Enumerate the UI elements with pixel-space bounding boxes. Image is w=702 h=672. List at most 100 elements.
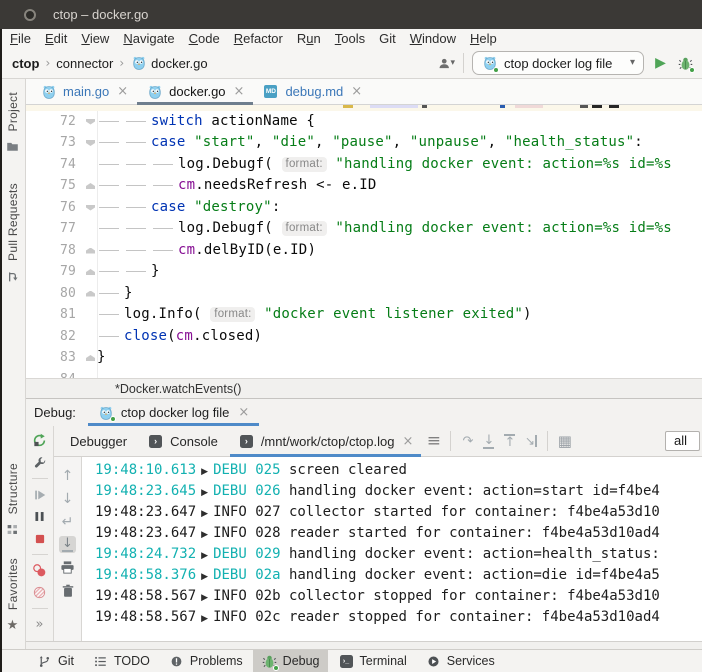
log-output[interactable]: 19:48:10.613▶DEBU 025 screen cleared19:4…: [82, 457, 702, 641]
log-filter-select[interactable]: all: [665, 431, 700, 451]
menu-edit[interactable]: Edit: [38, 31, 74, 46]
folder-icon: [4, 138, 21, 155]
line-number: 79: [26, 261, 84, 283]
md-file-icon: MD: [262, 83, 279, 100]
menu-window[interactable]: Window: [403, 31, 463, 46]
down-to-bar-icon[interactable]: ↓: [480, 433, 497, 450]
stop-icon[interactable]: [31, 530, 48, 547]
close-icon[interactable]: ×: [234, 85, 245, 98]
menu-refactor[interactable]: Refactor: [227, 31, 290, 46]
soft-wrap-icon[interactable]: ↵: [59, 513, 76, 530]
editor-tab-debug.md[interactable]: MDdebug.md×: [253, 79, 371, 104]
fold-gutter[interactable]: [84, 240, 97, 262]
menu-run[interactable]: Run: [290, 31, 328, 46]
more-icon[interactable]: »: [31, 616, 48, 633]
debug-tab-console[interactable]: ›Console: [139, 426, 226, 456]
fold-gutter[interactable]: [84, 132, 97, 154]
editor-breadcrumb-bar: *Docker.watchEvents(): [26, 378, 702, 398]
fold-gutter[interactable]: [84, 175, 97, 197]
method-breadcrumb[interactable]: *Docker.watchEvents(): [115, 382, 241, 396]
fold-gutter[interactable]: [84, 197, 97, 219]
arrow-down-icon[interactable]: ↓: [59, 490, 76, 507]
settings-icon[interactable]: [31, 454, 48, 471]
debug-session-tab[interactable]: ctop docker log file ×: [88, 399, 259, 426]
code-line-79: 79}: [26, 261, 702, 283]
fold-gutter[interactable]: [84, 261, 97, 283]
rerun-icon[interactable]: [31, 432, 48, 449]
arrow-up-icon[interactable]: ↑: [59, 467, 76, 484]
fold-marker-icon[interactable]: [86, 119, 95, 125]
menu-tools[interactable]: Tools: [328, 31, 372, 46]
menu-navigate[interactable]: Navigate: [116, 31, 181, 46]
grid-icon[interactable]: ▦: [556, 433, 573, 450]
log-line-028: 19:48:23.647▶INFO 028 reader started for…: [95, 523, 702, 544]
fold-gutter[interactable]: [84, 347, 97, 369]
menu-icon[interactable]: ≡: [425, 433, 442, 450]
log-arrow-icon: ▶: [201, 530, 208, 540]
stripe-button-favorites[interactable]: Favorites★: [4, 558, 21, 634]
mute-breakpoints-icon[interactable]: [31, 584, 48, 601]
fold-gutter[interactable]: [84, 283, 97, 305]
fold-marker-icon[interactable]: [86, 269, 95, 275]
fold-gutter[interactable]: [84, 111, 97, 133]
menu-file[interactable]: File: [3, 31, 38, 46]
stripe-button-project[interactable]: Project: [4, 92, 21, 155]
statusbar-item-problems[interactable]: Problems: [160, 650, 251, 672]
breadcrumb-item-connector[interactable]: connector: [56, 56, 113, 71]
debug-tab--mnt-work-ctop-ctop-log[interactable]: ›/mnt/work/ctop/ctop.log×: [230, 426, 422, 456]
close-icon[interactable]: ×: [402, 435, 413, 448]
code-text: case "destroy":: [97, 197, 702, 219]
close-icon[interactable]: ×: [117, 85, 128, 98]
debug-button[interactable]: [677, 55, 694, 72]
stripe-button-pull-requests[interactable]: Pull Requests: [4, 183, 21, 285]
editor-tab-main.go[interactable]: main.go×: [31, 79, 137, 104]
fold-marker-icon[interactable]: [86, 140, 95, 146]
breadcrumb-item-ctop[interactable]: ctop: [12, 56, 39, 71]
statusbar-item-terminal[interactable]: ›_Terminal: [330, 650, 415, 672]
chevron-down-icon: ▾: [630, 58, 635, 68]
code-text: }: [97, 283, 702, 305]
tab-label: /mnt/work/ctop/ctop.log: [261, 434, 395, 449]
code-line-75: 75cm.needsRefresh <- e.ID: [26, 175, 702, 197]
menu-git[interactable]: Git: [372, 31, 403, 46]
menu-view[interactable]: View: [74, 31, 116, 46]
stripe-button-structure[interactable]: Structure: [4, 463, 21, 538]
code-editor[interactable]: 7172switch actionName {73case "start", "…: [26, 105, 702, 378]
statusbar-item-debug[interactable]: Debug: [253, 650, 328, 672]
breadcrumb-item-docker.go[interactable]: docker.go: [130, 55, 207, 72]
log-arrow-icon: ▶: [201, 593, 208, 603]
log-line-026: 19:48:23.645▶DEBU 026 handling docker ev…: [95, 481, 702, 502]
printer-icon[interactable]: [59, 559, 76, 576]
user-profile-button[interactable]: ▾: [438, 55, 455, 72]
jump-over-icon[interactable]: ↷: [459, 433, 476, 450]
fold-marker-icon[interactable]: [86, 183, 95, 189]
to-cursor-icon[interactable]: ↘: [522, 433, 539, 450]
close-icon[interactable]: ×: [238, 406, 249, 419]
statusbar-label: Services: [447, 654, 495, 668]
run-configuration-select[interactable]: ctop docker log file ▾: [472, 51, 644, 75]
resume-icon[interactable]: [31, 486, 48, 503]
window-menu-icon[interactable]: [24, 9, 36, 21]
fold-marker-icon[interactable]: [86, 355, 95, 361]
menu-help[interactable]: Help: [463, 31, 504, 46]
editor-tab-docker.go[interactable]: docker.go×: [137, 79, 253, 104]
breakpoints-icon[interactable]: [31, 562, 48, 579]
breadcrumb-separator: ›: [45, 57, 50, 69]
scroll-to-end-icon[interactable]: ↓: [59, 536, 76, 553]
debug-tab-debugger[interactable]: Debugger: [62, 426, 135, 456]
menu-code[interactable]: Code: [182, 31, 227, 46]
run-button[interactable]: ▶: [652, 55, 669, 72]
pause-icon[interactable]: [31, 508, 48, 525]
console-icon: ›: [147, 433, 164, 450]
statusbar-item-todo[interactable]: TODO: [84, 650, 158, 672]
up-from-bar-icon[interactable]: ↑: [501, 433, 518, 450]
fold-marker-icon[interactable]: [86, 205, 95, 211]
status-bar: GitTODOProblemsDebug›_Terminal Services: [0, 649, 702, 672]
statusbar-item-git[interactable]: Git: [28, 650, 82, 672]
line-number: 74: [26, 154, 84, 176]
close-icon[interactable]: ×: [351, 85, 362, 98]
fold-marker-icon[interactable]: [86, 248, 95, 254]
trash-icon[interactable]: [59, 582, 76, 599]
fold-marker-icon[interactable]: [86, 291, 95, 297]
statusbar-item-services[interactable]: Services: [417, 650, 503, 672]
